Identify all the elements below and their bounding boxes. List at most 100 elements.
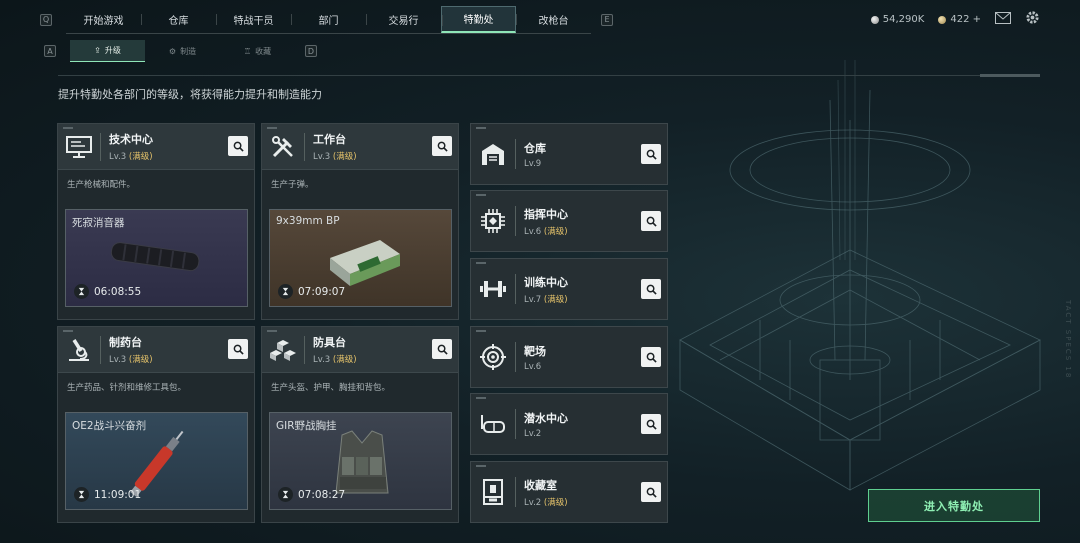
search-icon[interactable]	[641, 211, 661, 231]
sub-navigation: A ⇪ 升级 ⚙ 制造 ♖ 收藏 D	[44, 40, 317, 62]
production-slot[interactable]: 9x39mm BP 07:09:07	[269, 209, 452, 307]
mail-icon[interactable]	[995, 11, 1011, 28]
sub-tabs: ⇪ 升级 ⚙ 制造 ♖ 收藏	[70, 40, 295, 62]
facility-level: Lv.6	[524, 361, 542, 372]
card-title-block: 防具台 Lv.3 (满级)	[313, 334, 357, 365]
subtab-collection-label: 收藏	[255, 46, 272, 56]
dept-card-workbench[interactable]: 工作台 Lv.3 (满级) 生产子弹。 9x39mm BP 07:09:07	[261, 123, 459, 320]
facility-level: Lv.7 (满级)	[524, 294, 568, 305]
facility-title-block: 靶场 Lv.6	[524, 343, 546, 372]
background-blueprint-art	[679, 60, 1041, 491]
tab-special-ops[interactable]: 特勤处	[441, 5, 516, 33]
gold-coin-icon	[938, 15, 947, 24]
card-title-block: 技术中心 Lv.3 (满级)	[109, 131, 153, 162]
dept-card-tech-center[interactable]: 技术中心 Lv.3 (满级) 生产枪械和配件。 死寂消音器 06:08:55	[57, 123, 255, 320]
dept-level: Lv.3 (满级)	[313, 355, 357, 365]
gold-currency[interactable]: 422 +	[938, 14, 981, 25]
dept-card-pharmacy[interactable]: 制药台 Lv.3 (满级) 生产药品、针剂和维修工具包。 OE2战斗兴奋剂 11…	[57, 326, 255, 523]
microscope-icon	[58, 337, 100, 363]
dumbbell-icon	[471, 279, 515, 299]
facility-name: 靶场	[524, 344, 546, 358]
key-hint-q: Q	[40, 13, 52, 26]
facility-diving-center[interactable]: 潜水中心 Lv.2	[470, 393, 668, 455]
dept-description: 生产药品、针剂和维修工具包。	[67, 383, 187, 393]
facility-name: 收藏室	[524, 478, 557, 492]
timer-value: 06:08:55	[94, 285, 142, 298]
goggles-icon	[471, 413, 515, 435]
facility-name: 训练中心	[524, 275, 568, 289]
dept-description: 生产枪械和配件。	[67, 180, 136, 190]
section-divider	[58, 74, 1040, 77]
card-header: 制药台 Lv.3 (满级)	[58, 327, 254, 373]
silver-coin-icon	[870, 15, 879, 24]
search-icon[interactable]	[641, 347, 661, 367]
search-icon[interactable]	[641, 414, 661, 434]
craft-icon: ⚙	[168, 46, 177, 56]
tab-operators[interactable]: 特战干员	[216, 6, 291, 33]
tab-departments[interactable]: 部门	[291, 6, 366, 33]
card-title-block: 制药台 Lv.3 (满级)	[109, 334, 153, 365]
facility-shooting-range[interactable]: 靶场 Lv.6	[470, 326, 668, 388]
dept-name: 制药台	[109, 336, 142, 349]
dept-card-armor[interactable]: 防具台 Lv.3 (满级) 生产头盔、护甲、胸挂和背包。 GIR野战胸挂 07:…	[261, 326, 459, 523]
production-slot[interactable]: OE2战斗兴奋剂 11:09:01	[65, 412, 248, 510]
card-title-block: 工作台 Lv.3 (满级)	[313, 131, 357, 162]
production-timer: 07:09:07	[278, 284, 345, 299]
subtab-upgrade[interactable]: ⇪ 升级	[70, 40, 145, 62]
card-header: 防具台 Lv.3 (满级)	[262, 327, 458, 373]
warehouse-icon	[471, 142, 515, 166]
search-icon[interactable]	[228, 136, 248, 156]
card-header: 工作台 Lv.3 (满级)	[262, 124, 458, 170]
facility-level: Lv.6 (满级)	[524, 226, 568, 237]
tab-warehouse[interactable]: 仓库	[141, 6, 216, 33]
search-icon[interactable]	[641, 279, 661, 299]
facility-title-block: 指挥中心 Lv.6 (满级)	[524, 206, 568, 237]
facility-collection-room[interactable]: 收藏室 Lv.2 (满级)	[470, 461, 668, 523]
tab-gunsmith[interactable]: 改枪台	[516, 6, 591, 33]
trophy-case-icon	[471, 479, 515, 505]
facility-name: 指挥中心	[524, 207, 568, 221]
facility-warehouse[interactable]: 仓库 Lv.9	[470, 123, 668, 185]
product-name: GIR野战胸挂	[276, 420, 337, 432]
search-icon[interactable]	[228, 339, 248, 359]
timer-icon	[278, 487, 293, 502]
gear-icon[interactable]	[1025, 10, 1040, 29]
production-slot[interactable]: GIR野战胸挂 07:08:27	[269, 412, 452, 510]
subtab-collection[interactable]: ♖ 收藏	[220, 40, 295, 62]
dept-name: 防具台	[313, 336, 346, 349]
tab-trading[interactable]: 交易行	[366, 6, 441, 33]
dept-name: 技术中心	[109, 133, 153, 146]
dept-description: 生产头盔、护甲、胸挂和背包。	[271, 383, 391, 393]
facility-command-center[interactable]: 指挥中心 Lv.6 (满级)	[470, 190, 668, 252]
silver-amount: 54,290K	[882, 14, 925, 25]
production-timer: 06:08:55	[74, 284, 141, 299]
subtab-craft-label: 制造	[180, 46, 197, 56]
product-name: OE2战斗兴奋剂	[72, 420, 147, 432]
search-icon[interactable]	[432, 136, 452, 156]
facility-name: 潜水中心	[524, 411, 568, 425]
facility-training-center[interactable]: 训练中心 Lv.7 (满级)	[470, 258, 668, 320]
search-icon[interactable]	[641, 144, 661, 164]
gold-amount: 422 +	[950, 14, 981, 25]
subtab-craft[interactable]: ⚙ 制造	[145, 40, 220, 62]
search-icon[interactable]	[641, 482, 661, 502]
tools-icon	[262, 134, 304, 160]
timer-icon	[74, 487, 89, 502]
silver-currency[interactable]: 54,290K	[870, 14, 925, 25]
card-header: 技术中心 Lv.3 (满级)	[58, 124, 254, 170]
top-right-status: 54,290K 422 +	[870, 10, 1040, 29]
dept-description: 生产子弹。	[271, 180, 314, 190]
production-slot[interactable]: 死寂消音器 06:08:55	[65, 209, 248, 307]
timer-value: 07:08:27	[298, 488, 346, 501]
facility-title-block: 训练中心 Lv.7 (满级)	[524, 274, 568, 305]
search-icon[interactable]	[432, 339, 452, 359]
key-hint-d: D	[305, 45, 317, 57]
timer-icon	[278, 284, 293, 299]
main-tabs: 开始游戏 仓库 特战干员 部门 交易行 特勤处 改枪台	[66, 5, 591, 34]
enter-special-ops-button[interactable]: 进入特勤处	[868, 489, 1040, 522]
product-name: 9x39mm BP	[276, 215, 340, 227]
tab-start-game[interactable]: 开始游戏	[66, 6, 141, 33]
computer-icon	[58, 135, 100, 159]
key-hint-e: E	[601, 13, 613, 26]
armor-icon	[262, 338, 304, 362]
